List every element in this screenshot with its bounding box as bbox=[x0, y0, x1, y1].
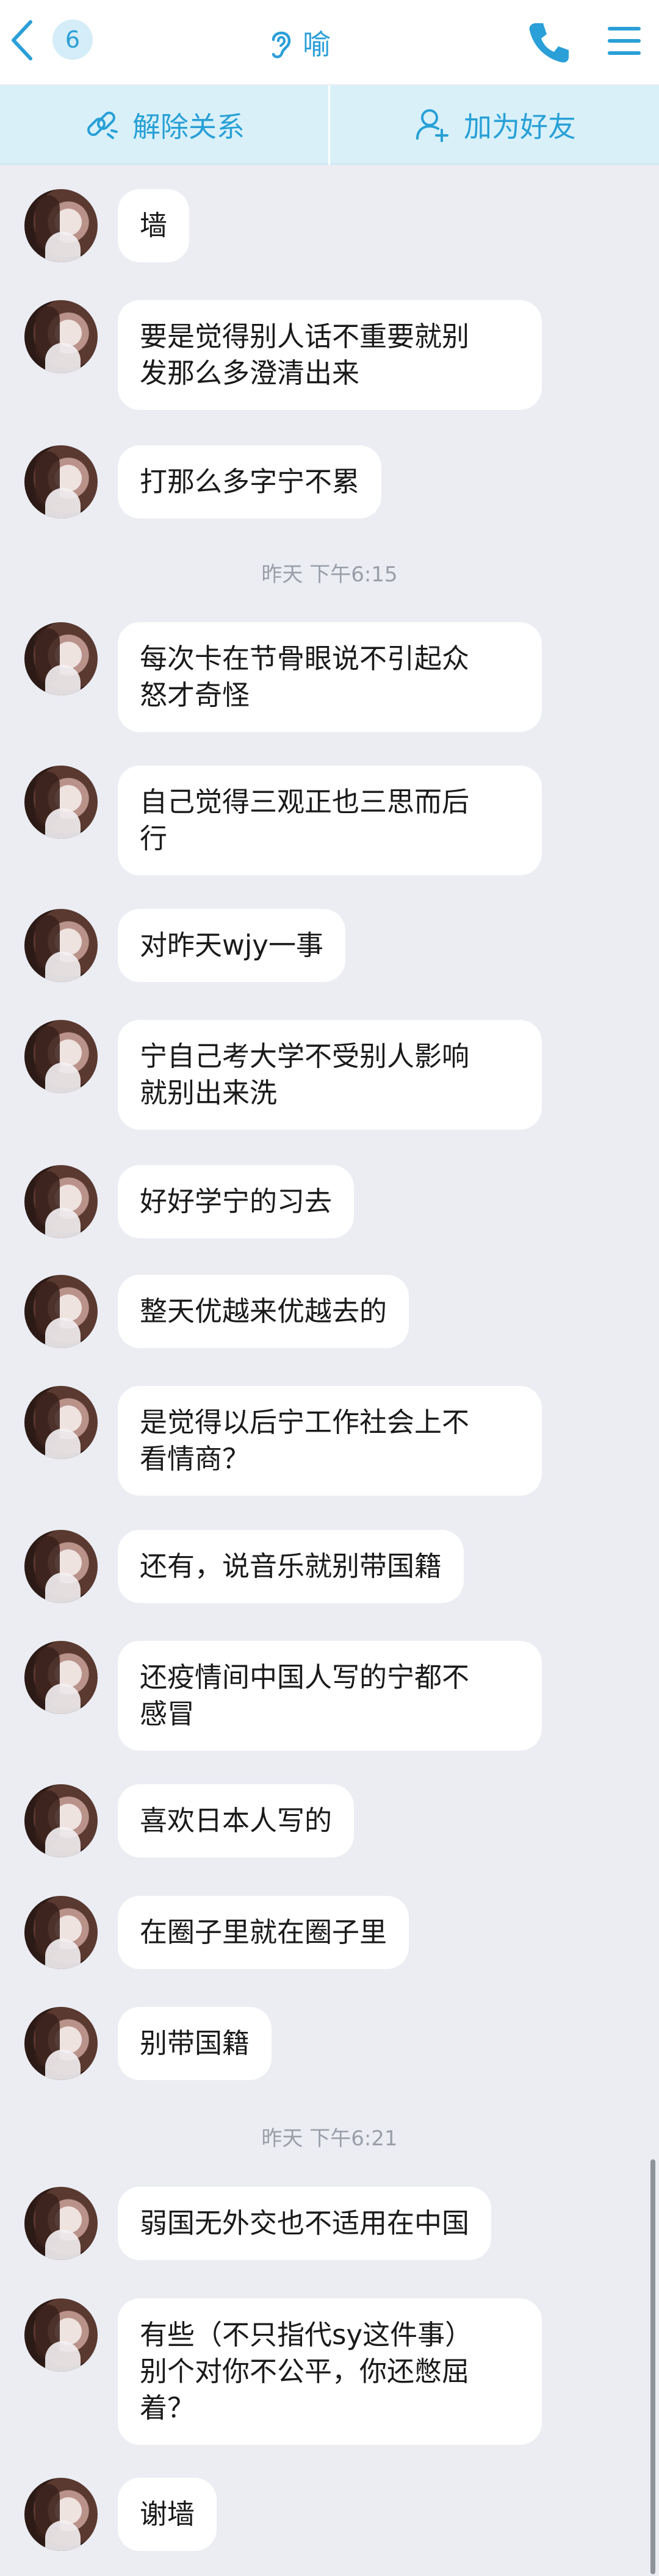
avatar[interactable] bbox=[24, 909, 98, 982]
avatar[interactable] bbox=[24, 1641, 98, 1714]
message-bubble[interactable]: 是觉得以后宁工作社会上不 看情商？ bbox=[118, 1386, 542, 1496]
back-chevron-icon bbox=[12, 20, 32, 60]
avatar[interactable] bbox=[24, 2007, 98, 2080]
message-bubble[interactable]: 墙 bbox=[118, 189, 190, 262]
add-user-icon bbox=[416, 109, 448, 142]
timestamp-separator: 昨天 下午6:15 bbox=[261, 562, 398, 587]
relation-action-bar: 解除关系 加为好友 bbox=[0, 85, 659, 165]
message-bubble[interactable]: 宁自己考大学不受别人影响 就别出来洗 bbox=[118, 1020, 542, 1130]
avatar[interactable] bbox=[24, 445, 98, 518]
message-bubble[interactable]: 还有，说音乐就别带国籍 bbox=[118, 1530, 464, 1603]
message-bubble[interactable]: 每次卡在节骨眼说不引起众 怒才奇怪 bbox=[118, 622, 542, 732]
menu-icon bbox=[608, 27, 641, 55]
action-divider bbox=[328, 85, 330, 165]
message-bubble[interactable]: 有些（不只指代sy这件事） 别个对你不公平，你还憋屈 着？ bbox=[118, 2298, 542, 2445]
scrollbar[interactable] bbox=[650, 2159, 655, 2574]
avatar[interactable] bbox=[24, 1386, 98, 1459]
avatar[interactable] bbox=[24, 2298, 98, 2372]
avatar[interactable] bbox=[24, 1530, 98, 1603]
avatar[interactable] bbox=[24, 300, 98, 373]
message-bubble[interactable]: 在圈子里就在圈子里 bbox=[118, 1896, 409, 1969]
avatar[interactable] bbox=[24, 2478, 98, 2551]
message-bubble[interactable]: 弱国无外交也不适用在中国 bbox=[118, 2187, 492, 2260]
unread-count-badge: 6 bbox=[52, 20, 93, 60]
message-bubble[interactable]: 喜欢日本人写的 bbox=[118, 1784, 355, 1857]
message-bubble[interactable]: 自己觉得三观正也三思而后 行 bbox=[118, 766, 542, 875]
avatar[interactable] bbox=[24, 622, 98, 695]
avatar[interactable] bbox=[24, 1165, 98, 1238]
remove-relation-label: 解除关系 bbox=[132, 110, 245, 143]
avatar[interactable] bbox=[24, 1020, 98, 1093]
message-bubble[interactable]: 谢墙 bbox=[118, 2478, 217, 2551]
message-bubble[interactable]: 好好学宁的习去 bbox=[118, 1165, 355, 1238]
phone-icon bbox=[529, 23, 569, 63]
message-bubble[interactable]: 别带国籍 bbox=[118, 2007, 272, 2080]
avatar[interactable] bbox=[24, 2187, 98, 2260]
message-bubble[interactable]: 对昨天wjy一事 bbox=[118, 909, 345, 982]
unlink-icon bbox=[87, 112, 118, 139]
message-bubble[interactable]: 要是觉得别人话不重要就别 发那么多澄清出来 bbox=[118, 300, 542, 410]
call-button[interactable] bbox=[525, 18, 574, 67]
add-friend-button[interactable]: 加为好友 bbox=[331, 85, 659, 165]
avatar[interactable] bbox=[24, 1896, 98, 1969]
menu-button[interactable] bbox=[604, 21, 644, 61]
avatar[interactable] bbox=[24, 766, 98, 839]
message-bubble[interactable]: 整天优越来优越去的 bbox=[118, 1275, 409, 1348]
chat-title: 喻 bbox=[268, 18, 331, 67]
ear-icon bbox=[272, 31, 291, 59]
message-bubble[interactable]: 打那么多字宁不累 bbox=[118, 445, 382, 518]
add-friend-label: 加为好友 bbox=[464, 110, 576, 143]
remove-relation-button[interactable]: 解除关系 bbox=[0, 85, 328, 165]
avatar[interactable] bbox=[24, 1784, 98, 1857]
avatar[interactable] bbox=[24, 1275, 98, 1348]
contact-name: 喻 bbox=[303, 28, 331, 61]
message-bubble[interactable]: 还疫情间中国人写的宁都不 感冒 bbox=[118, 1641, 542, 1751]
top-bar: 6 喻 bbox=[0, 0, 659, 84]
timestamp-separator: 昨天 下午6:21 bbox=[261, 2126, 398, 2151]
avatar[interactable] bbox=[24, 189, 98, 262]
back-button[interactable]: 6 bbox=[9, 16, 100, 65]
